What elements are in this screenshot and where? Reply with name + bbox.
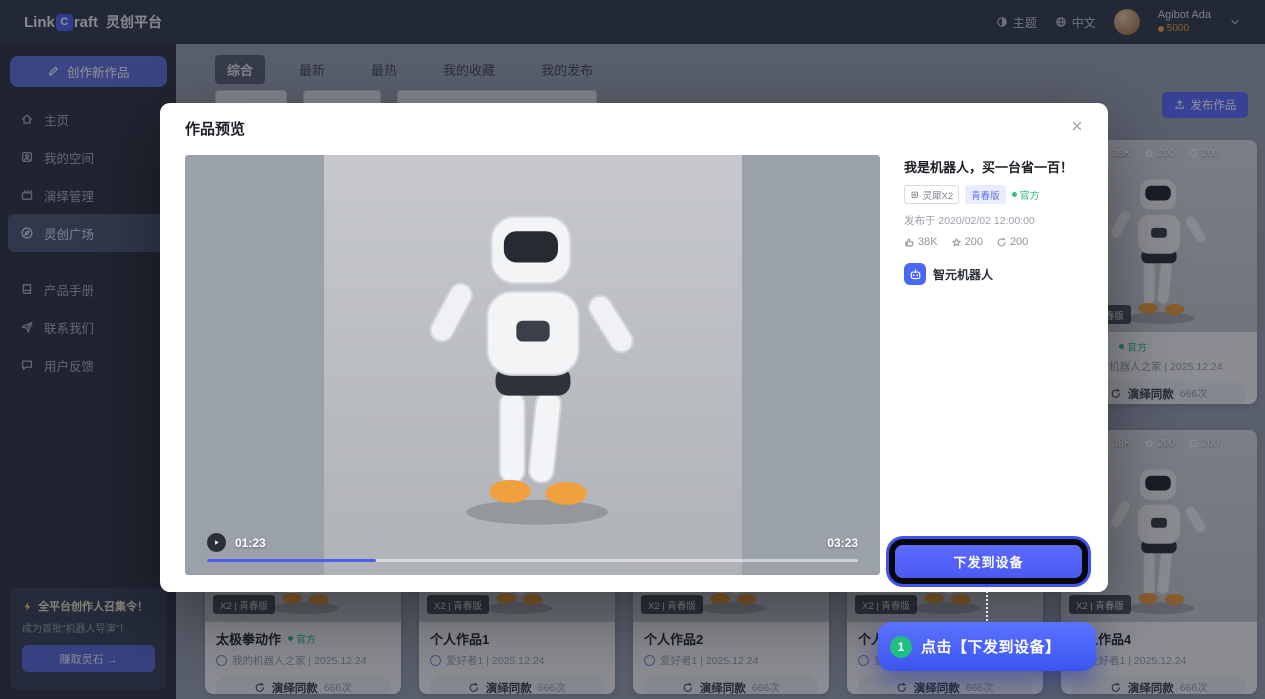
play-icon <box>212 538 221 547</box>
total-time: 03:23 <box>827 536 858 550</box>
star-icon <box>951 237 962 248</box>
robot-figure <box>408 200 658 533</box>
app-root: Link C raft 灵创平台 主题 中文 Agibot Ada 5000 <box>0 0 1265 699</box>
current-time: 01:23 <box>235 536 266 550</box>
work-title: 我是机器人，买一台省一百！ <box>904 157 1094 176</box>
official-tag: 官方 <box>1012 187 1040 202</box>
model-tag: 灵犀X2 <box>904 185 959 204</box>
share-count: 200 <box>996 236 1028 248</box>
author-row[interactable]: 智元机器人 <box>904 263 1094 285</box>
preview-modal: 作品预览 01:23 03:23 我是机器人，买一台省一百！ <box>160 103 1108 592</box>
guide-connector-line <box>986 587 988 621</box>
player-controls: 01:23 03:23 <box>207 533 858 562</box>
deploy-highlight-ring: 下发到设备 <box>895 545 1082 578</box>
author-name: 智元机器人 <box>933 266 993 283</box>
close-icon[interactable] <box>1070 119 1084 133</box>
guide-step-number: 1 <box>890 636 912 658</box>
progress-fill <box>207 559 376 562</box>
guide-text: 点击【下发到设备】 <box>921 636 1061 657</box>
robot-cube-icon <box>910 190 920 200</box>
star-count: 200 <box>951 236 983 248</box>
guide-tooltip: 1 点击【下发到设备】 <box>878 622 1096 671</box>
publish-date: 发布于 2020/02/02 12:00:00 <box>904 213 1094 228</box>
deploy-to-device-button[interactable]: 下发到设备 <box>895 545 1082 578</box>
video-player[interactable]: 01:23 03:23 <box>185 155 880 575</box>
modal-title: 作品预览 <box>185 118 245 139</box>
like-count: 38K <box>904 236 938 248</box>
play-button[interactable] <box>207 533 226 552</box>
progress-bar[interactable] <box>207 559 858 562</box>
thumbs-up-icon <box>904 237 915 248</box>
official-dot-icon <box>1012 192 1017 197</box>
work-tags: 灵犀X2 青春版 官方 <box>904 185 1094 204</box>
repost-icon <box>996 237 1007 248</box>
edition-tag: 青春版 <box>965 185 1006 204</box>
robot-face-icon <box>909 268 922 281</box>
work-stats: 38K 200 200 <box>904 236 1094 248</box>
work-info-panel: 我是机器人，买一台省一百！ 灵犀X2 青春版 官方 发布于 2020/02/02… <box>904 157 1094 285</box>
author-avatar <box>904 263 926 285</box>
